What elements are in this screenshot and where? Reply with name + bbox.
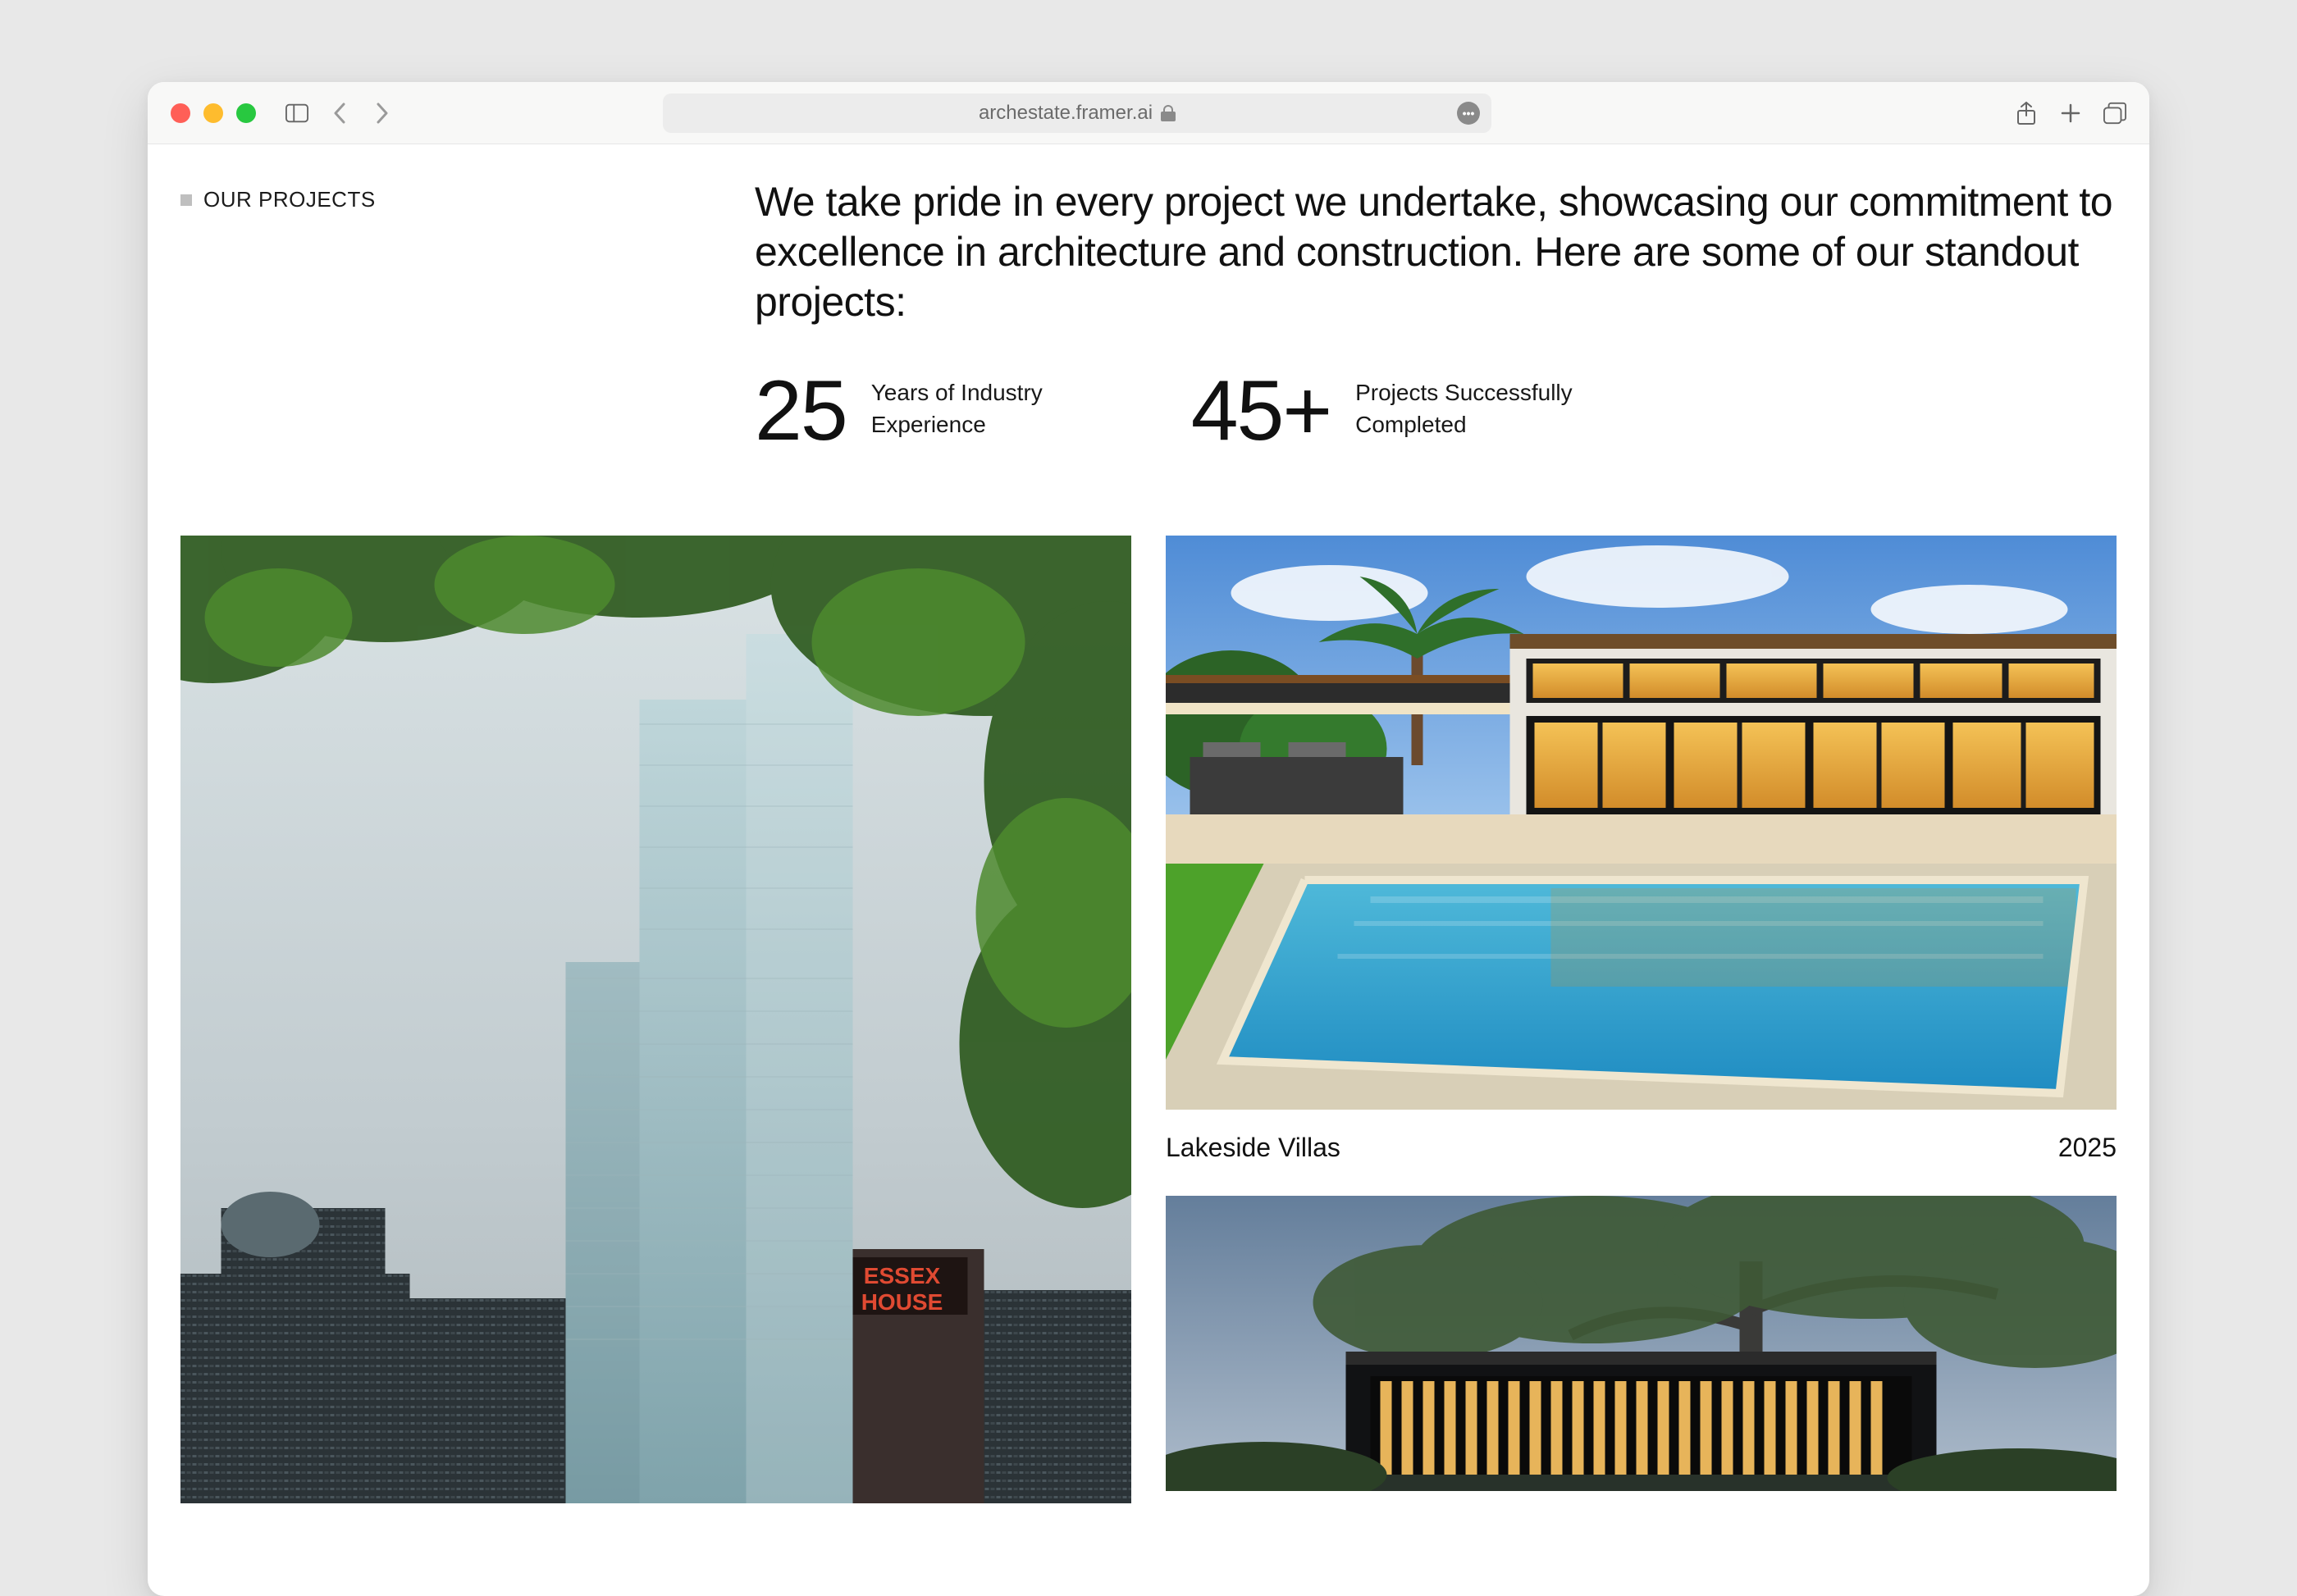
stat-item: 25 Years of Industry Experience <box>755 368 1117 454</box>
stat-value: 25 <box>755 368 847 454</box>
lock-icon <box>1161 105 1176 121</box>
close-window-button[interactable] <box>171 103 190 123</box>
page-content: OUR PROJECTS We take pride in every proj… <box>148 144 2149 1596</box>
window-controls <box>171 103 256 123</box>
section-headline: We take pride in every project we undert… <box>755 177 2117 327</box>
address-bar-url: archestate.framer.ai <box>979 102 1153 125</box>
project-image-modern-house <box>1166 1196 2117 1491</box>
browser-window: archestate.framer.ai ••• OUR PROJECTS We… <box>148 82 2149 1596</box>
project-year: 2025 <box>2058 1133 2117 1163</box>
project-card[interactable]: ESSEX HOUSE <box>180 536 1131 1503</box>
eyebrow-bullet-icon <box>180 194 192 206</box>
project-caption: Lakeside Villas 2025 <box>1166 1133 2117 1163</box>
sidebar-toggle-icon[interactable] <box>285 102 308 125</box>
eyebrow-text: OUR PROJECTS <box>203 187 376 212</box>
minimize-window-button[interactable] <box>203 103 223 123</box>
maximize-window-button[interactable] <box>236 103 256 123</box>
project-card[interactable] <box>1166 1196 2117 1491</box>
svg-text:HOUSE: HOUSE <box>861 1289 943 1315</box>
share-icon[interactable] <box>2015 102 2038 125</box>
back-button[interactable] <box>328 102 351 125</box>
stat-label: Years of Industry Experience <box>871 368 1117 440</box>
project-card[interactable]: Lakeside Villas 2025 <box>1166 536 2117 1163</box>
tabs-overview-icon[interactable] <box>2103 102 2126 125</box>
address-bar[interactable]: archestate.framer.ai ••• <box>663 93 1491 133</box>
browser-toolbar: archestate.framer.ai ••• <box>148 82 2149 144</box>
project-image-pool-villa <box>1166 536 2117 1110</box>
svg-text:ESSEX: ESSEX <box>864 1263 941 1288</box>
section-eyebrow: OUR PROJECTS <box>180 177 722 212</box>
projects-gallery: ESSEX HOUSE <box>180 536 2117 1503</box>
project-title: Lakeside Villas <box>1166 1133 1340 1163</box>
stat-value: 45+ <box>1191 368 1331 454</box>
stat-item: 45+ Projects Successfully Completed <box>1191 368 1601 454</box>
stat-label: Projects Successfully Completed <box>1355 368 1601 440</box>
reader-mode-icon[interactable]: ••• <box>1457 102 1480 125</box>
forward-button[interactable] <box>371 102 394 125</box>
project-image-skyline: ESSEX HOUSE <box>180 536 1131 1503</box>
new-tab-icon[interactable] <box>2059 102 2082 125</box>
stats-row: 25 Years of Industry Experience 45+ Proj… <box>755 368 2117 454</box>
